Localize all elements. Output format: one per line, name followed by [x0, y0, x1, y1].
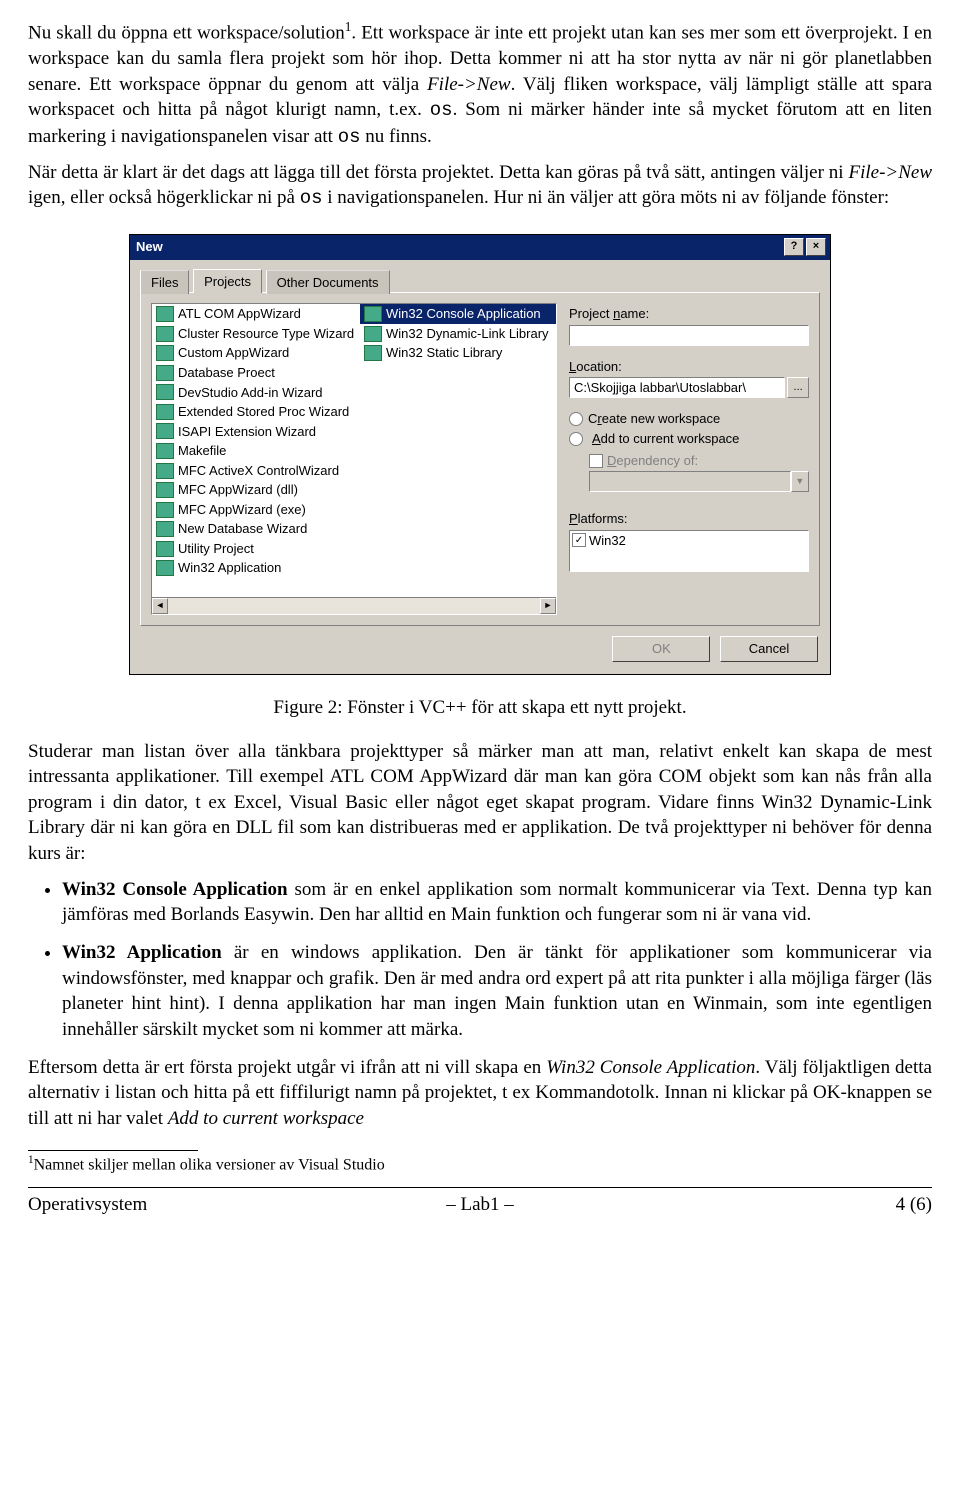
wizard-icon — [156, 482, 174, 498]
browse-button[interactable]: ... — [787, 377, 809, 398]
platform-item[interactable]: ✓ Win32 — [572, 532, 806, 550]
scroll-right-icon[interactable]: ► — [540, 598, 556, 614]
list-item[interactable]: MFC AppWizard (dll) — [152, 480, 360, 500]
radio-create-new[interactable]: Create new workspace — [569, 410, 809, 428]
titlebar: New ? × — [130, 235, 830, 260]
wizard-icon — [156, 560, 174, 576]
project-type-list[interactable]: ATL COM AppWizard Cluster Resource Type … — [151, 303, 557, 615]
wizard-icon — [364, 306, 382, 322]
chevron-down-icon[interactable]: ▼ — [791, 471, 809, 492]
platforms-label: Platforms: — [569, 510, 809, 528]
checkbox-icon[interactable] — [589, 454, 603, 468]
project-name-input[interactable] — [569, 325, 809, 346]
radio-icon — [569, 412, 583, 426]
wizard-icon — [156, 502, 174, 518]
list-item[interactable]: ISAPI Extension Wizard — [152, 422, 360, 442]
platforms-list[interactable]: ✓ Win32 — [569, 530, 809, 572]
list-item[interactable]: Cluster Resource Type Wizard — [152, 324, 360, 344]
wizard-icon — [364, 326, 382, 342]
list-item[interactable]: Win32 Application — [152, 558, 360, 578]
wizard-icon — [156, 404, 174, 420]
ok-button[interactable]: OK — [612, 636, 710, 662]
wizard-icon — [156, 443, 174, 459]
footer-center: – Lab1 – — [329, 1192, 630, 1218]
tab-files[interactable]: Files — [140, 270, 189, 295]
tab-projects[interactable]: Projects — [193, 269, 262, 294]
bullet-list: Win32 Console Application som är en enke… — [28, 877, 932, 1043]
close-icon[interactable]: × — [806, 238, 826, 256]
list-item: Win32 Application är en windows applikat… — [62, 940, 932, 1043]
dialog-button-row: OK Cancel — [130, 636, 830, 674]
location-input[interactable] — [569, 377, 785, 398]
footer-left: Operativsystem — [28, 1192, 329, 1218]
dependency-dropdown — [589, 471, 791, 492]
wizard-icon — [156, 306, 174, 322]
list-item[interactable]: Makefile — [152, 441, 360, 461]
list-item-selected[interactable]: Win32 Console Application — [360, 304, 557, 324]
wizard-icon — [156, 521, 174, 537]
list-item[interactable]: MFC AppWizard (exe) — [152, 500, 360, 520]
dialog-panel: ATL COM AppWizard Cluster Resource Type … — [140, 292, 820, 626]
wizard-icon — [156, 541, 174, 557]
figure-2: New ? × Files Projects Other Documents A… — [28, 234, 932, 721]
wizard-icon — [156, 423, 174, 439]
radio-icon — [569, 432, 583, 446]
paragraph-3: Studerar man listan över alla tänkbara p… — [28, 739, 932, 867]
footer-right: 4 (6) — [631, 1192, 932, 1218]
wizard-icon — [156, 345, 174, 361]
list-item[interactable]: Database Proect — [152, 363, 360, 383]
wizard-icon — [156, 326, 174, 342]
new-dialog: New ? × Files Projects Other Documents A… — [129, 234, 831, 675]
page-footer: Operativsystem – Lab1 – 4 (6) — [28, 1192, 932, 1218]
footnote-rule — [28, 1150, 198, 1151]
location-label: Location: — [569, 358, 809, 376]
tab-other-documents[interactable]: Other Documents — [266, 270, 390, 295]
list-item[interactable]: Custom AppWizard — [152, 343, 360, 363]
radio-add-current[interactable]: Add to current workspace — [569, 430, 809, 448]
list-item[interactable]: Utility Project — [152, 539, 360, 559]
paragraph-1: Nu skall du öppna ett workspace/solution… — [28, 18, 932, 151]
wizard-icon — [364, 345, 382, 361]
cancel-button[interactable]: Cancel — [720, 636, 818, 662]
dialog-right-pane: Project name: Location: ... Create new w… — [569, 303, 809, 615]
list-item[interactable]: Win32 Dynamic-Link Library — [360, 324, 557, 344]
wizard-icon — [156, 365, 174, 381]
page-rule — [28, 1187, 932, 1188]
tab-strip: Files Projects Other Documents — [130, 260, 830, 293]
dependency-group: Dependency of: ▼ — [589, 452, 809, 493]
list-item[interactable]: ATL COM AppWizard — [152, 304, 360, 324]
list-item[interactable]: Win32 Static Library — [360, 343, 557, 363]
project-name-label: Project name: — [569, 305, 809, 323]
list-item[interactable]: MFC ActiveX ControlWizard — [152, 461, 360, 481]
list-item[interactable]: Extended Stored Proc Wizard — [152, 402, 360, 422]
list-item[interactable]: New Database Wizard — [152, 519, 360, 539]
figure-caption: Figure 2: Fönster i VC++ för att skapa e… — [28, 695, 932, 721]
list-item: Win32 Console Application som är en enke… — [62, 877, 932, 928]
paragraph-4: Eftersom detta är ert första projekt utg… — [28, 1055, 932, 1132]
help-icon[interactable]: ? — [784, 238, 804, 256]
footnote: 1Namnet skiljer mellan olika versioner a… — [28, 1153, 932, 1176]
checkbox-checked-icon: ✓ — [572, 533, 586, 547]
list-item[interactable]: DevStudio Add-in Wizard — [152, 383, 360, 403]
wizard-icon — [156, 384, 174, 400]
scroll-left-icon[interactable]: ◄ — [152, 598, 168, 614]
dialog-title: New — [136, 238, 782, 256]
horizontal-scrollbar[interactable]: ◄ ► — [152, 597, 556, 614]
paragraph-2: När detta är klart är det dags att lägga… — [28, 160, 932, 212]
wizard-icon — [156, 463, 174, 479]
